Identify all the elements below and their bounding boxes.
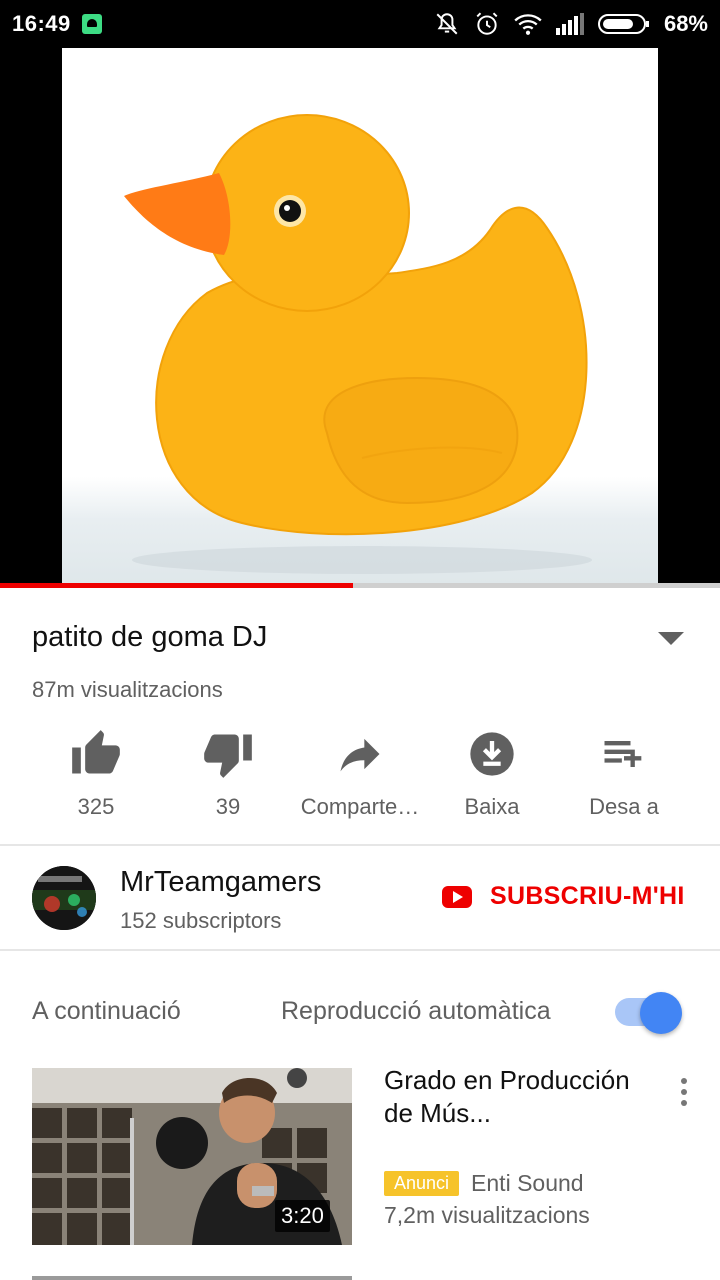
- subscribe-label: SUBSCRIU-M'HI: [490, 882, 685, 910]
- thumbs-up-icon: [72, 730, 120, 774]
- share-button[interactable]: Comparte…: [294, 728, 426, 828]
- video-actions: 325 39 Comparte… Baixa Desa a: [30, 728, 690, 828]
- like-button[interactable]: 325: [30, 728, 162, 828]
- playlist-add-icon: [604, 741, 642, 767]
- dislike-count: 39: [215, 794, 241, 819]
- chevron-down-icon[interactable]: [658, 632, 684, 645]
- video-views: 87m visualitzacions: [32, 677, 223, 702]
- android-icon: [82, 14, 102, 34]
- youtube-logo-icon: [442, 885, 472, 908]
- mute-bell-icon: [436, 13, 458, 35]
- ad-badge: Anunci: [384, 1171, 460, 1196]
- up-next-heading: A continuació: [32, 997, 181, 1025]
- video-duration: 3:20: [275, 1200, 330, 1232]
- status-bar: 16:49 68%: [0, 0, 720, 48]
- video-player[interactable]: [0, 48, 720, 584]
- next-video-thumbnail[interactable]: [32, 1276, 352, 1280]
- subscriber-count: 152 subscriptors: [120, 908, 282, 933]
- save-label: Desa a: [589, 794, 659, 819]
- download-icon: [470, 732, 514, 776]
- share-icon: [340, 738, 380, 772]
- like-count: 325: [77, 794, 115, 819]
- autoplay-toggle-knob[interactable]: [640, 992, 682, 1034]
- video-title: patito de goma DJ: [32, 621, 268, 653]
- subscribe-button[interactable]: SUBSCRIU-M'HI: [442, 882, 685, 911]
- alarm-icon: [476, 12, 498, 35]
- thumbs-down-icon: [204, 734, 252, 778]
- channel-name[interactable]: MrTeamgamers: [120, 866, 321, 899]
- download-label: Baixa: [464, 794, 520, 819]
- recommended-video-channel: Enti Sound: [471, 1170, 584, 1196]
- rubber-duck-image: [124, 114, 592, 574]
- save-button[interactable]: Desa a: [558, 728, 690, 828]
- share-label: Comparte…: [300, 794, 420, 819]
- recommended-video-title[interactable]: Grado en Producción de Mús...: [384, 1064, 634, 1130]
- battery-percent: 68%: [663, 11, 708, 36]
- status-icons: 68%: [434, 9, 708, 39]
- divider: [0, 844, 720, 846]
- video-progress-fill: [0, 583, 353, 588]
- divider: [0, 949, 720, 951]
- download-button[interactable]: Baixa: [426, 728, 558, 828]
- video-progress-bar[interactable]: [0, 583, 720, 588]
- battery-icon: [597, 14, 649, 34]
- wifi-icon: [514, 14, 542, 35]
- recommended-video-meta: Anunci Enti Sound: [384, 1170, 584, 1197]
- channel-avatar[interactable]: [32, 866, 96, 930]
- status-time: 16:49: [12, 11, 71, 36]
- dislike-button[interactable]: 39: [162, 728, 294, 828]
- recommended-video-views: 7,2m visualitzacions: [384, 1202, 590, 1228]
- autoplay-label: Reproducció automàtica: [281, 997, 551, 1025]
- avatar-image: [32, 866, 96, 930]
- more-options-icon[interactable]: [676, 1078, 692, 1112]
- video-frame[interactable]: [62, 48, 658, 584]
- signal-icon: [555, 13, 584, 35]
